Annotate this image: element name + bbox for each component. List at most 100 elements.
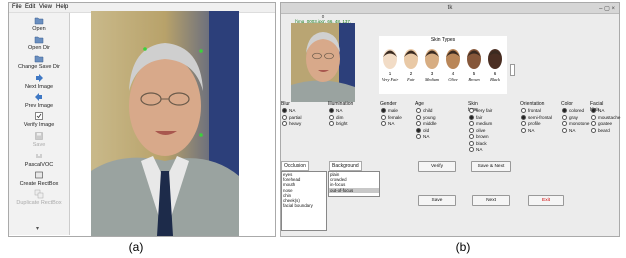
canvas-image[interactable] — [91, 11, 239, 236]
group-header: Age — [415, 101, 424, 107]
radio-selected-icon — [591, 108, 596, 114]
list-item[interactable]: out-of-focus — [329, 187, 379, 193]
save-next-button[interactable]: Save & Next — [471, 161, 511, 172]
save-icon — [35, 132, 43, 140]
radio-label: very fair — [476, 108, 493, 113]
radio-option[interactable]: heavy — [282, 121, 301, 127]
radio-option[interactable]: male — [381, 108, 398, 114]
radio-icon — [469, 140, 474, 146]
occlusion-listbox[interactable]: eyes forehead mouth nose chin cheek(s) facial … — [281, 171, 327, 231]
radio-option[interactable]: bright — [329, 121, 348, 127]
radio-option[interactable]: black — [469, 141, 487, 146]
radio-option[interactable]: dim — [329, 115, 343, 120]
next-button[interactable]: Next — [472, 195, 510, 206]
radio-icon — [416, 121, 421, 127]
radio-option[interactable]: NA — [591, 108, 605, 114]
radio-option[interactable]: profile — [521, 121, 541, 127]
radio-label: female — [388, 114, 402, 120]
folder-icon — [34, 36, 44, 44]
radio-option[interactable]: very fair — [469, 108, 493, 114]
radio-option[interactable]: female — [381, 115, 402, 120]
list-item[interactable]: facial boundary — [282, 203, 326, 208]
labelimg-window: File Edit View Help Open Open Dir Change… — [8, 2, 276, 237]
tool-label: PascalVOC — [24, 162, 54, 168]
skin-type-name: Black — [490, 77, 500, 82]
radio-option[interactable]: frontal — [521, 108, 541, 114]
radio-icon — [591, 121, 596, 127]
arrow-right-icon — [36, 74, 43, 82]
radio-option[interactable]: beard — [591, 128, 610, 133]
tool-label: Duplicate RectBox — [16, 200, 62, 206]
radio-option[interactable]: goatee — [591, 121, 612, 127]
skin-type-name: Olive — [448, 77, 457, 82]
face-crop-image — [291, 23, 355, 102]
more-tools-chevron-icon[interactable]: ▾ — [36, 225, 39, 232]
radio-icon — [591, 127, 596, 133]
exit-button[interactable]: Exit — [528, 195, 564, 206]
open-button[interactable]: Open — [9, 15, 69, 32]
menu-file[interactable]: File — [12, 4, 22, 10]
window-controls[interactable]: – ▢ × — [599, 5, 615, 12]
radio-label: NA — [336, 108, 343, 113]
radio-option[interactable]: moustache — [591, 115, 620, 120]
background-listbox[interactable]: plain crowded in-focus out-of-focus — [328, 171, 380, 197]
group-header: Gender — [380, 101, 397, 107]
duplicate-rectbox-button[interactable]: Duplicate RectBox — [9, 189, 69, 206]
radio-label: NA — [569, 127, 576, 133]
chart-scrollbar[interactable] — [510, 64, 515, 76]
next-image-button[interactable]: Next Image — [9, 73, 69, 90]
radio-option[interactable]: NA — [329, 108, 343, 114]
radio-label: NA — [388, 121, 395, 126]
radio-option[interactable]: medium — [469, 121, 492, 127]
radio-icon — [381, 121, 386, 127]
group-header: Blur — [281, 101, 290, 107]
change-save-dir-button[interactable]: Change Save Dir — [9, 53, 69, 70]
radio-option[interactable]: young — [416, 115, 436, 120]
radio-label: fair — [476, 114, 483, 120]
verify-button[interactable]: Verify — [418, 161, 456, 172]
radio-label: child — [423, 108, 433, 113]
menu-edit[interactable]: Edit — [25, 4, 35, 10]
radio-option[interactable]: NA — [469, 147, 482, 153]
format-pascalvoc-button[interactable]: PascalVOC — [9, 151, 69, 168]
radio-option[interactable]: partial — [282, 115, 302, 120]
radio-label: bright — [336, 121, 348, 126]
verify-image-button[interactable]: Verify Image — [9, 111, 69, 128]
radio-option[interactable]: monotone — [562, 121, 589, 127]
radio-icon — [329, 121, 334, 127]
radio-option[interactable]: gray — [562, 115, 578, 120]
radio-label: colored — [569, 108, 585, 113]
radio-label: NA — [598, 108, 605, 113]
open-dir-button[interactable]: Open Dir — [9, 34, 69, 51]
radio-option[interactable]: brown — [469, 134, 489, 140]
radio-label: partial — [289, 114, 302, 120]
save-button[interactable]: Save — [9, 131, 69, 148]
prev-image-button[interactable]: Prev Image — [9, 92, 69, 109]
radio-label: NA — [423, 134, 430, 139]
radio-option[interactable]: semi-frontal — [521, 115, 552, 120]
radio-option[interactable]: middle — [416, 121, 437, 127]
menu-view[interactable]: View — [39, 4, 52, 10]
radio-option[interactable]: NA — [381, 121, 395, 127]
radio-option[interactable]: fair — [469, 115, 482, 120]
group-header: Orientation — [520, 101, 545, 107]
radio-selected-icon — [469, 114, 474, 120]
radio-option[interactable]: NA — [416, 134, 430, 140]
radio-option[interactable]: NA — [521, 128, 534, 133]
menu-help[interactable]: Help — [56, 4, 68, 10]
radio-option[interactable]: child — [416, 108, 433, 114]
create-rectbox-button[interactable]: Create RectBox — [9, 170, 69, 187]
radio-option[interactable]: old — [416, 128, 429, 133]
radio-label: beard — [598, 127, 610, 133]
tool-label: Change Save Dir — [18, 64, 60, 70]
radio-icon — [562, 127, 567, 133]
radio-option[interactable]: olive — [469, 128, 485, 133]
save-button[interactable]: Save — [418, 195, 456, 206]
radio-option[interactable]: NA — [282, 108, 295, 114]
arrow-left-icon — [35, 93, 42, 101]
radio-label: NA — [528, 127, 535, 133]
radio-option[interactable]: NA — [562, 128, 575, 133]
radio-option[interactable]: colored — [562, 108, 585, 114]
tool-label: Open Dir — [27, 45, 50, 51]
annotation-window: tk – ▢ × 0 ['img_0003.jpg', 66, 48, 137,… — [280, 2, 620, 237]
